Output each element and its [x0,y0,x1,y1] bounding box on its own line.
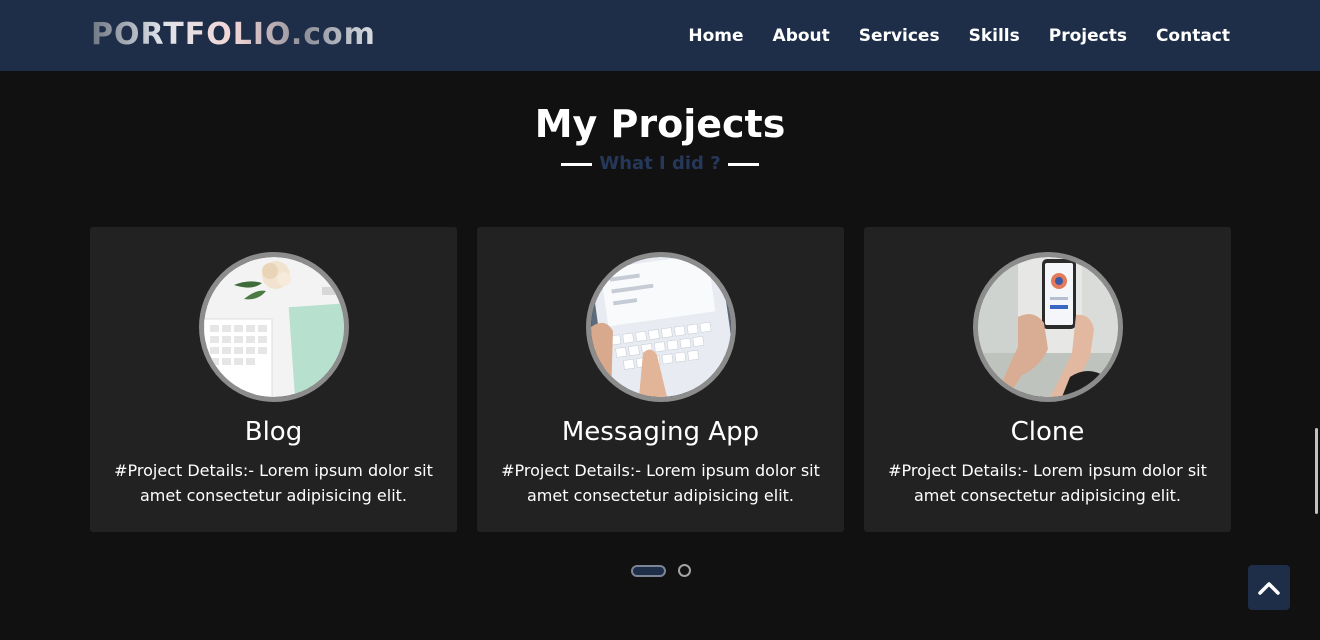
site-logo[interactable]: PORTFOLIO.com [91,17,376,52]
chevron-up-icon [1258,581,1280,595]
project-image-messaging-app [585,252,736,402]
project-image-clone [972,252,1123,402]
section-title: My Projects [534,102,786,146]
carousel-pagination [631,564,691,577]
scroll-to-top-button[interactable] [1248,565,1290,610]
project-card-messaging-app[interactable]: Messaging App #Project Details:- Lorem i… [477,227,844,532]
page-scrollbar-thumb[interactable] [1315,428,1318,514]
subtitle-divider-right [727,162,759,166]
phone-in-hands-image [977,257,1118,397]
project-title-messaging-app: Messaging App [561,417,760,447]
project-details-clone: #Project Details:- Lorem ipsum dolor sit… [888,461,1207,505]
project-title-blog: Blog [244,417,303,447]
carousel-dot-1-active[interactable] [631,564,666,577]
nav-contact[interactable]: Contact [1156,25,1230,47]
project-details-messaging-app: #Project Details:- Lorem ipsum dolor sit… [501,461,820,505]
project-details-blog: #Project Details:- Lorem ipsum dolor sit… [114,461,433,505]
nav-services[interactable]: Services [859,25,940,47]
nav-about[interactable]: About [773,25,830,47]
nav-home[interactable]: Home [688,25,743,47]
carousel-dot-2[interactable] [678,564,691,577]
navbar: PORTFOLIO.com Home About Services Skills… [0,0,1320,71]
project-card-clone[interactable]: Clone #Project Details:- Lorem ipsum dol… [864,227,1231,532]
section-subtitle: What I did ? [0,152,1320,176]
main-nav: Home About Services Skills Projects Cont… [688,25,1230,47]
subtitle-divider-left [561,162,593,166]
project-card-blog[interactable]: Blog #Project Details:- Lorem ipsum dolo… [90,227,457,532]
project-title-clone: Clone [1010,417,1085,447]
project-image-blog [198,252,349,402]
tablet-keyboard-image [590,257,731,397]
nav-projects[interactable]: Projects [1049,25,1127,47]
subtitle-text: What I did ? [599,153,721,174]
desk-keyboard-notebook-image [203,257,344,397]
nav-skills[interactable]: Skills [969,25,1020,47]
